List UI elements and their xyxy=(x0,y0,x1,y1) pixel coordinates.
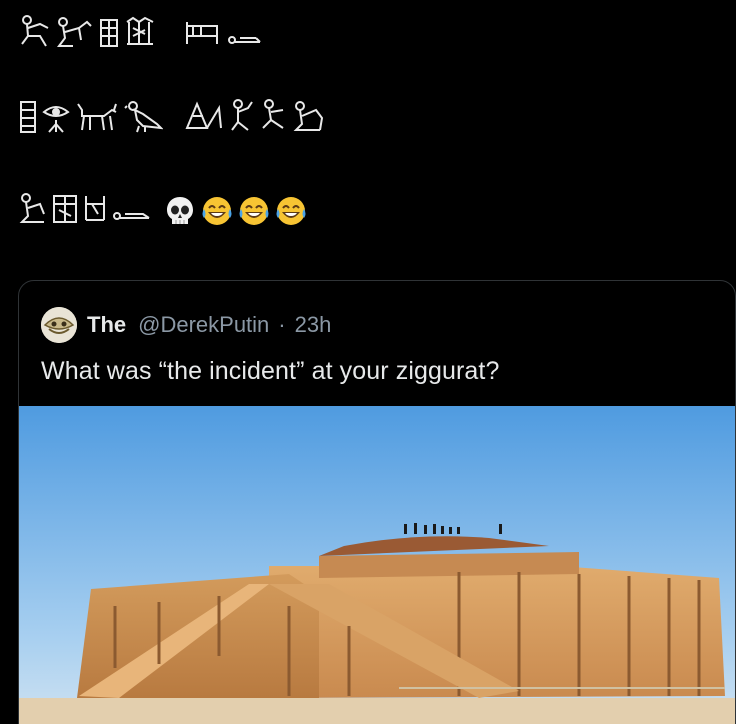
author-handle[interactable]: @DerekPutin xyxy=(138,312,269,338)
laughing-tears-emoji xyxy=(276,197,306,225)
column-glyph xyxy=(20,101,36,133)
bird-glyph xyxy=(124,101,163,133)
lying-figure-glyph xyxy=(113,212,150,220)
eye-glyph xyxy=(42,106,70,133)
bed-glyph xyxy=(186,22,218,44)
hieroglyph-line-2 xyxy=(18,96,326,136)
quoted-tweet-card[interactable]: The @DerekPutin · 23h What was “the inci… xyxy=(18,280,736,724)
skull-emoji xyxy=(167,197,193,224)
post-time[interactable]: 23h xyxy=(295,312,332,338)
lying-figure-glyph xyxy=(228,36,261,44)
avatar-icon xyxy=(41,307,77,343)
avatar[interactable] xyxy=(41,307,77,343)
plant-glyph xyxy=(85,196,105,221)
shrine-glyph xyxy=(100,19,118,47)
kneeling-figure-glyph xyxy=(21,15,49,47)
shrine-glyph xyxy=(53,195,77,223)
laughing-tears-emoji xyxy=(239,197,269,225)
knife-glyph xyxy=(185,101,222,129)
seated-figure-glyph xyxy=(57,17,92,47)
quoted-tweet-header: The @DerekPutin · 23h xyxy=(41,307,331,343)
hieroglyph-line-1 xyxy=(18,10,264,50)
author-name[interactable]: The xyxy=(87,312,126,338)
jackal-glyph xyxy=(77,103,117,131)
separator-dot: · xyxy=(278,312,286,337)
plant-glyph xyxy=(126,16,154,45)
seated-figure-glyph xyxy=(231,99,253,131)
laughing-tears-emoji xyxy=(202,197,232,225)
kneeling-figure-glyph xyxy=(262,99,284,129)
quoted-tweet-text: What was “the incident” at your ziggurat… xyxy=(41,357,500,385)
seated-figure-glyph xyxy=(293,101,324,131)
seated-figure-glyph xyxy=(19,193,45,223)
hieroglyph-line-3 xyxy=(18,188,308,228)
ziggurat-photo[interactable] xyxy=(19,406,736,724)
